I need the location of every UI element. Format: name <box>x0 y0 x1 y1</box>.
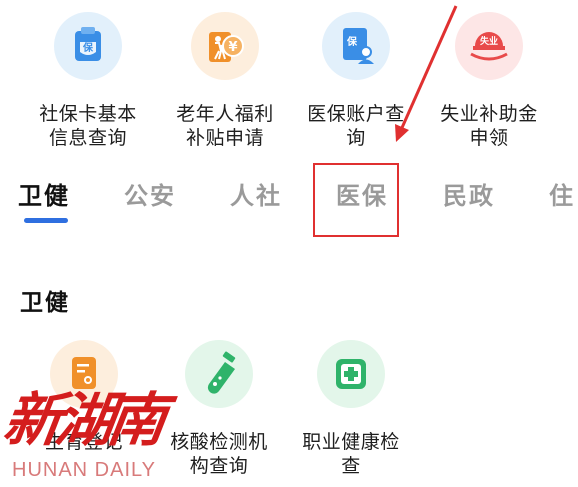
service-label: 职业健康检 查 <box>302 431 400 477</box>
service-social-card-query[interactable]: 保 社保卡基本 信息查询 <box>23 12 153 150</box>
section-title: 卫健 <box>20 290 70 316</box>
watermark-logo: 新湖南 HUNAN DAILY <box>0 385 194 485</box>
medical-insurance-doc-icon: 保 <box>322 12 390 80</box>
service-elderly-subsidy[interactable]: ¥ 老年人福利 补贴申请 <box>160 12 290 150</box>
medical-kit-icon <box>317 340 385 408</box>
tab-min-zheng[interactable]: 民政 <box>443 172 495 220</box>
service-label: 医保账户查 询 <box>307 103 405 149</box>
social-card-icon: 保 <box>54 12 122 80</box>
svg-text:保: 保 <box>82 41 94 54</box>
tab-ren-she[interactable]: 人社 <box>230 172 282 220</box>
active-tab-indicator <box>24 218 68 223</box>
service-label: 老年人福利 补贴申请 <box>176 103 274 149</box>
tab-zhu[interactable]: 住 <box>549 172 575 220</box>
svg-text:保: 保 <box>346 35 358 48</box>
services-top-row: 保 社保卡基本 信息查询 ¥ 老年人福利 补贴申请 保 医保账户查 询 失业 失… <box>0 0 578 149</box>
service-label: 失业补助金 申领 <box>440 103 538 149</box>
watermark-cn-text: 新湖南 <box>0 386 165 454</box>
service-label: 社保卡基本 信息查询 <box>39 103 137 149</box>
svg-text:失业: 失业 <box>480 35 498 47</box>
service-unemployment-benefit[interactable]: 失业 失业补助金 申领 <box>424 12 554 150</box>
category-tabs: 卫健 公安 人社 医保 民政 住 <box>0 172 578 222</box>
watermark-en-text: HUNAN DAILY <box>12 459 156 481</box>
elderly-subsidy-icon: ¥ <box>191 12 259 80</box>
svg-text:¥: ¥ <box>228 40 237 55</box>
annotation-highlight-box <box>313 163 399 237</box>
service-medical-account-query[interactable]: 保 医保账户查 询 <box>291 12 421 150</box>
unemployment-benefit-icon: 失业 <box>455 12 523 80</box>
tab-wei-jian[interactable]: 卫健 <box>18 172 70 220</box>
service-occupational-health-check[interactable]: 职业健康检 查 <box>286 340 416 478</box>
test-tube-icon <box>185 340 253 408</box>
tab-gong-an[interactable]: 公安 <box>124 172 176 220</box>
